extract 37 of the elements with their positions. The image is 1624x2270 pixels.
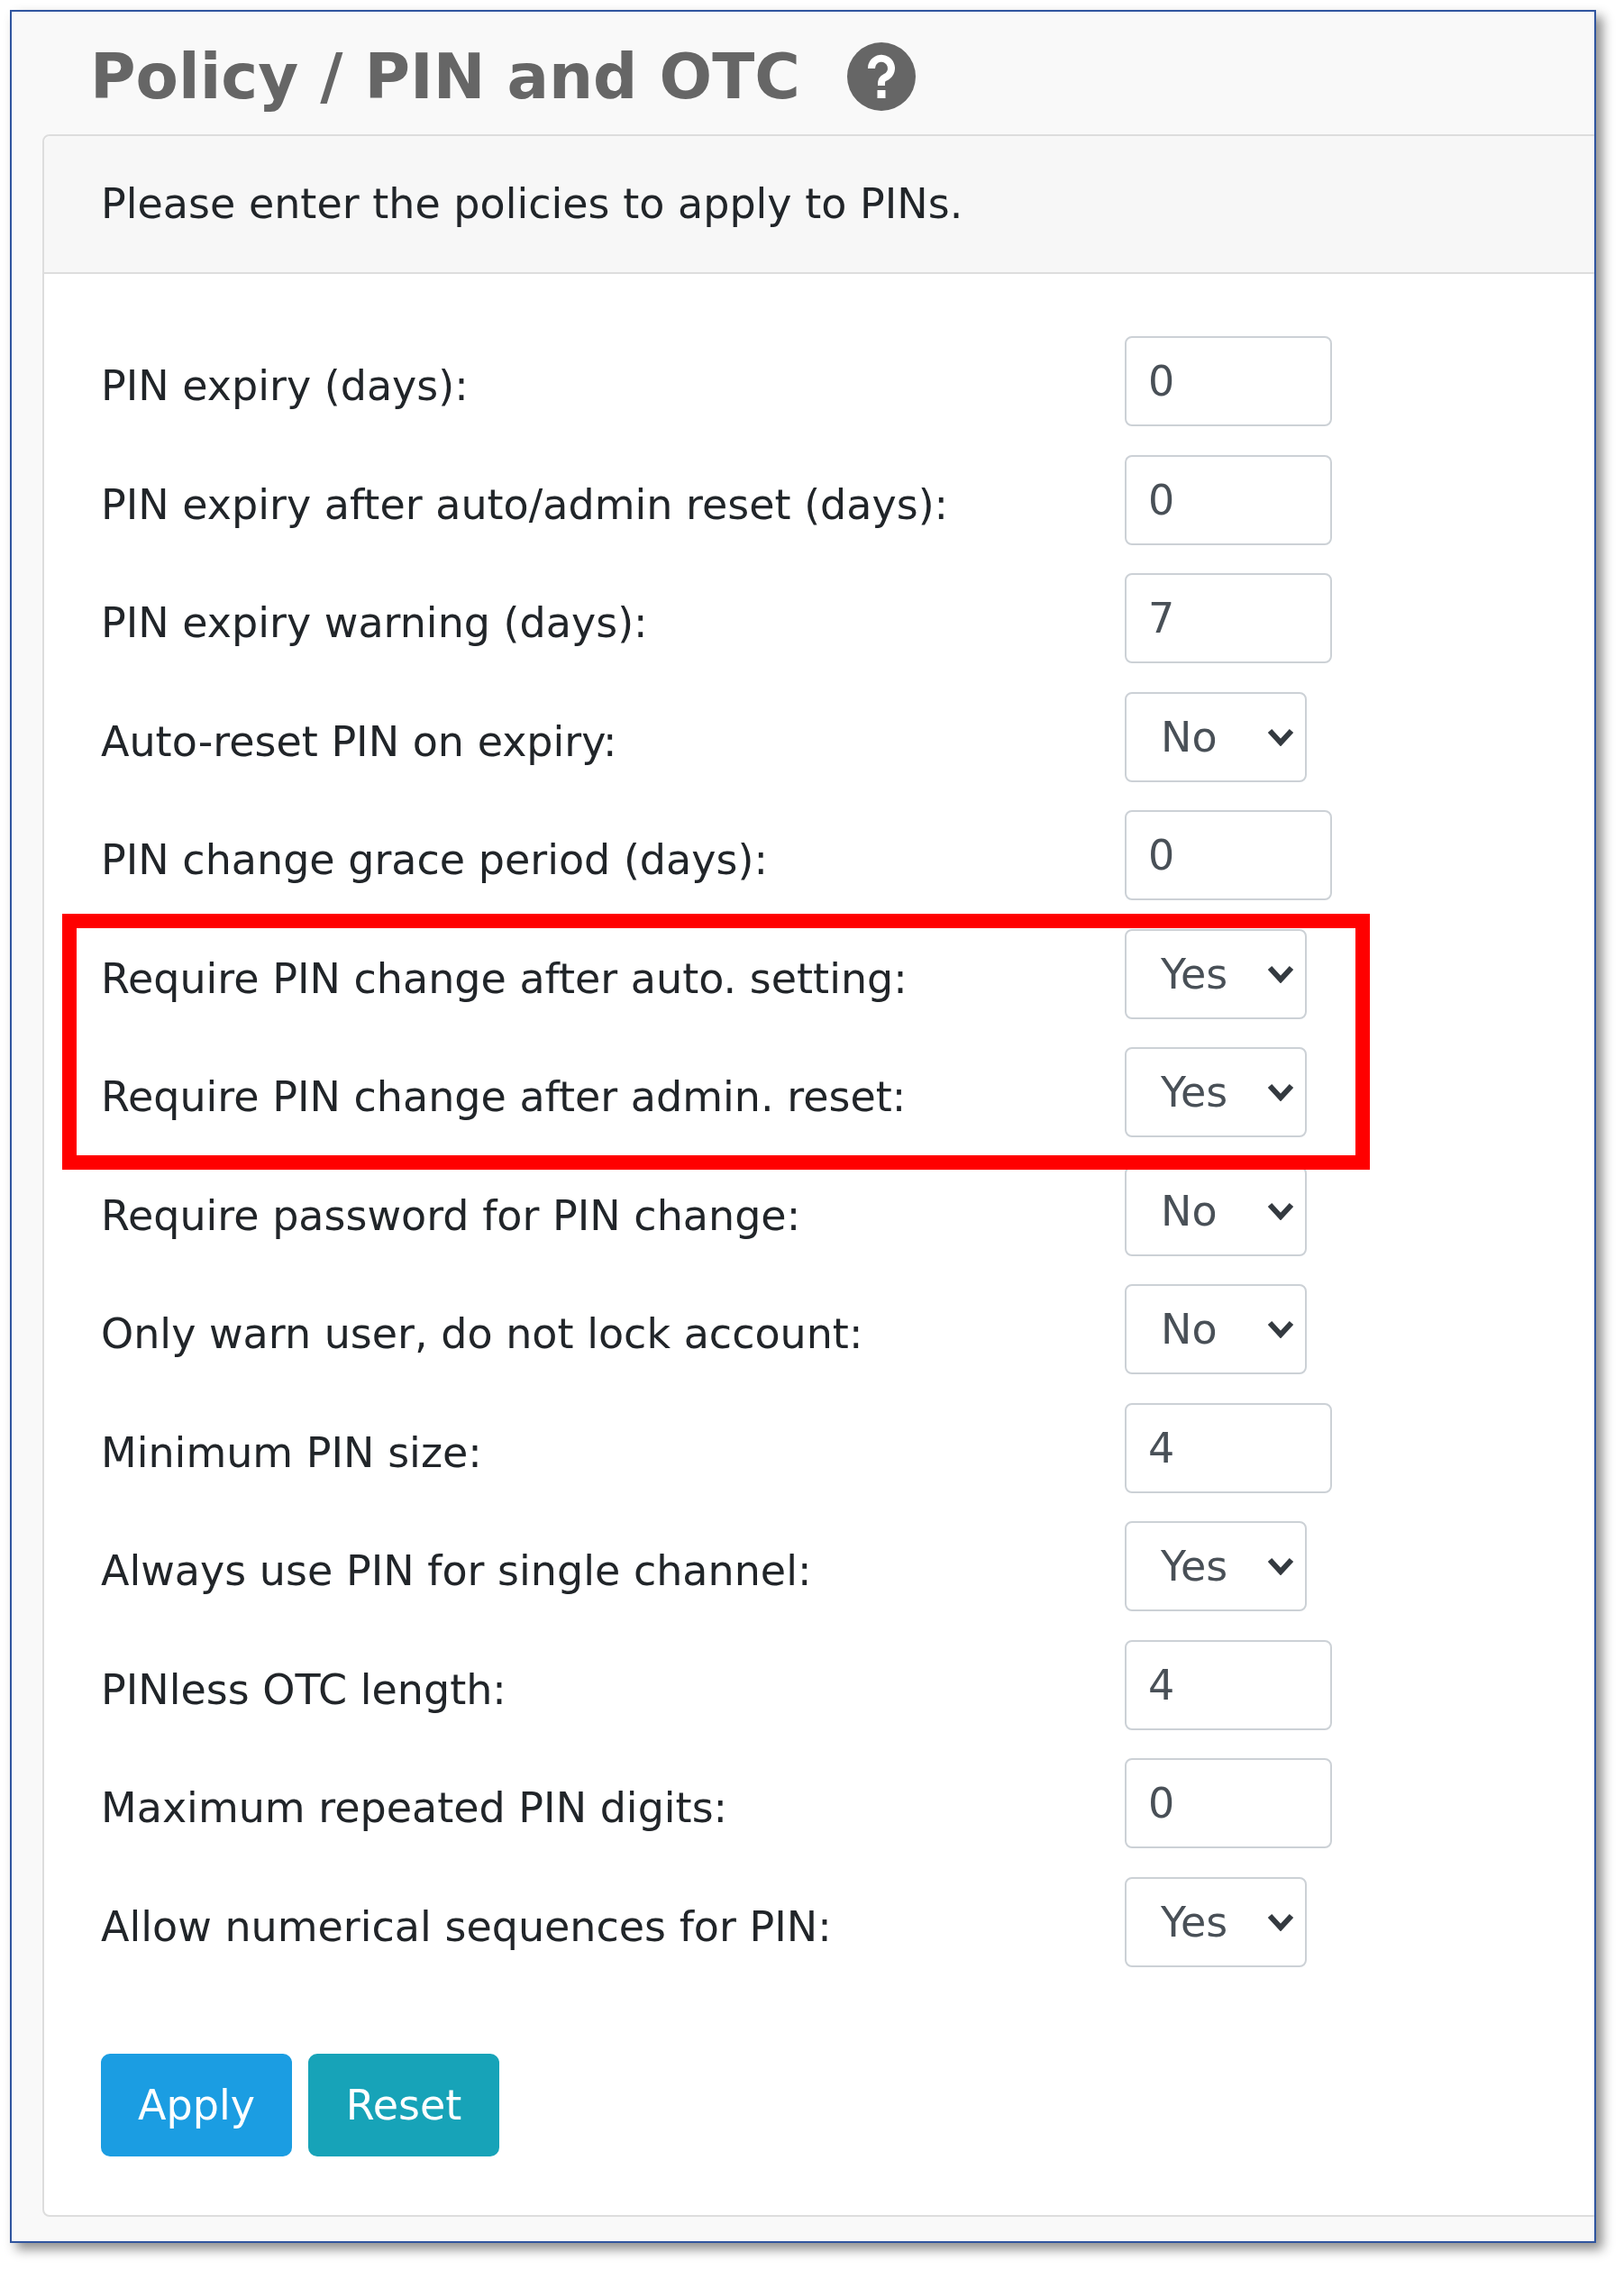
field-label: Always use PIN for single channel: (101, 1545, 813, 1597)
field-label: Allow numerical sequences for PIN: (101, 1901, 833, 1953)
field-label: Minimum PIN size: (101, 1427, 483, 1479)
input-field[interactable]: 0 (1125, 336, 1332, 426)
chevron-down-icon (1267, 1201, 1294, 1220)
input-field[interactable]: 0 (1125, 454, 1332, 545)
chevron-down-icon (1267, 1557, 1294, 1575)
dropdown[interactable]: Yes (1125, 1047, 1307, 1137)
chevron-down-icon (1267, 1320, 1294, 1338)
dropdown[interactable]: Yes (1125, 1876, 1307, 1967)
field-label: Require PIN change after auto. setting: (101, 953, 908, 1005)
field-label: PIN change grace period (days): (101, 834, 769, 886)
input-field[interactable]: 0 (1125, 1758, 1332, 1848)
field-label: PINless OTC length: (101, 1664, 507, 1716)
dropdown[interactable]: Yes (1125, 1521, 1307, 1611)
dropdown[interactable]: Yes (1125, 928, 1307, 1019)
field-label: Only warn user, do not lock account: (101, 1308, 864, 1360)
dropdown[interactable]: No (1125, 1284, 1307, 1374)
dropdown[interactable]: No (1125, 691, 1307, 782)
field-label: Require PIN change after admin. reset: (101, 1071, 908, 1123)
instruction-text: Please enter the policies to apply to PINs. (101, 179, 963, 228)
chevron-down-icon (1267, 1083, 1294, 1101)
field-label: Maximum repeated PIN digits: (101, 1782, 729, 1834)
chevron-down-icon (1267, 1912, 1294, 1931)
chevron-down-icon (1267, 964, 1294, 983)
field-label: PIN expiry warning (days): (101, 597, 649, 649)
field-label: PIN expiry (days): (101, 360, 470, 412)
field-label: PIN expiry after auto/admin reset (days): (101, 479, 950, 531)
chevron-down-icon (1267, 727, 1294, 746)
input-field[interactable]: 0 (1125, 810, 1332, 900)
page-title: Policy / PIN and OTC (90, 39, 800, 114)
input-field[interactable]: 4 (1125, 1639, 1332, 1730)
field-label: Require password for PIN change: (101, 1190, 802, 1242)
input-field[interactable]: 4 (1125, 1402, 1332, 1493)
field-label: Auto-reset PIN on expiry: (101, 716, 618, 768)
help-icon[interactable] (846, 42, 916, 111)
input-field[interactable]: 7 (1125, 573, 1332, 663)
